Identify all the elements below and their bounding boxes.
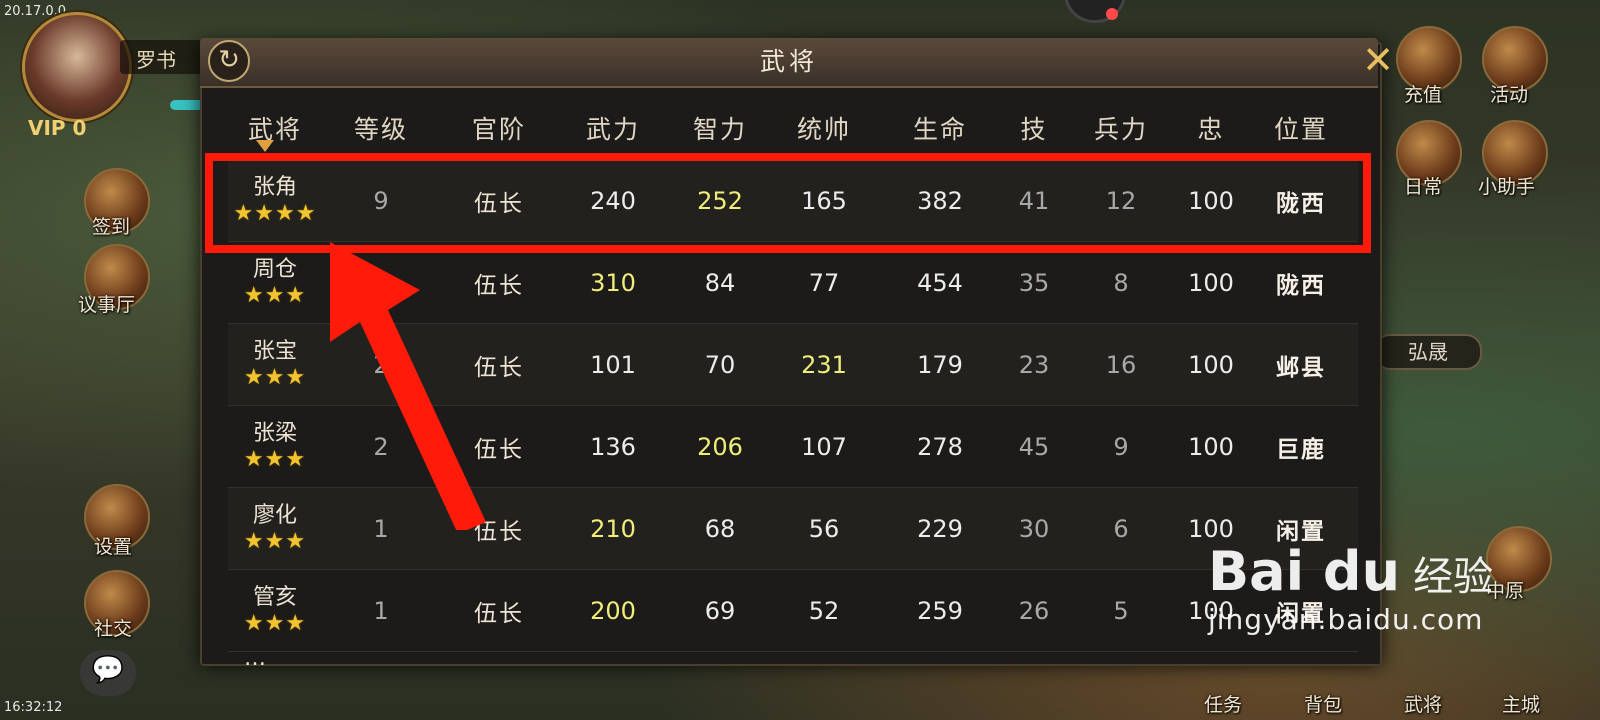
table-header-row: 武将 等级 官阶 武力 智力 统帅 生命技兵力忠位置 [228, 96, 1358, 160]
force-cell: 210 [558, 487, 668, 570]
clock-label: 16:32:12 [4, 700, 63, 715]
skill-cell: 35 [1004, 241, 1064, 324]
column-header[interactable]: 忠 [1178, 96, 1244, 160]
skill-cell: 30 [1004, 487, 1064, 570]
watermark-logo: Bai du [1208, 540, 1401, 603]
command-cell: 56 [772, 487, 876, 570]
location-cell: 陇西 [1244, 241, 1358, 324]
left-menu-council[interactable]: 议事厅 [78, 290, 135, 317]
map-city-tag[interactable]: 弘晟 [1374, 334, 1482, 370]
troops-cell: 5 [1064, 569, 1178, 652]
column-header[interactable]: 等级 [322, 96, 440, 160]
column-header[interactable]: 位置 [1244, 96, 1358, 160]
right-menu-daily[interactable]: 日常 [1404, 172, 1442, 199]
table-row-partial: … [244, 646, 266, 671]
command-cell: 52 [772, 569, 876, 652]
hp-cell: 179 [876, 323, 1004, 406]
column-header[interactable]: 官阶 [440, 96, 558, 160]
command-cell: 107 [772, 405, 876, 488]
hp-cell: 278 [876, 405, 1004, 488]
command-cell: 77 [772, 241, 876, 324]
left-menu-settings[interactable]: 设置 [94, 532, 132, 559]
skill-cell: 23 [1004, 323, 1064, 406]
troops-cell: 8 [1064, 241, 1178, 324]
refresh-icon[interactable]: ↻ [208, 40, 250, 82]
chat-bubble-icon[interactable]: 💬 [80, 650, 136, 696]
panel-header: 武将 [200, 38, 1378, 88]
hp-cell: 259 [876, 569, 1004, 652]
column-header[interactable]: 武力 [558, 96, 668, 160]
left-menu-checkin[interactable]: 签到 [92, 212, 130, 239]
left-menu-social[interactable]: 社交 [94, 614, 132, 641]
bottom-menu-tasks[interactable]: 任务 [1204, 690, 1242, 717]
general-name-cell[interactable]: 管亥 ★★★ [228, 569, 322, 652]
player-avatar[interactable] [22, 12, 132, 122]
loyalty-cell: 100 [1178, 405, 1244, 488]
skill-cell: 26 [1004, 569, 1064, 652]
intellect-cell: 84 [668, 241, 772, 324]
column-header[interactable]: 兵力 [1064, 96, 1178, 160]
skill-cell: 45 [1004, 405, 1064, 488]
close-icon[interactable]: ✕ [1358, 40, 1398, 80]
force-cell: 136 [558, 405, 668, 488]
column-header[interactable]: 生命 [876, 96, 1004, 160]
force-cell: 101 [558, 323, 668, 406]
force-cell: 310 [558, 241, 668, 324]
bottom-menu-bag[interactable]: 背包 [1304, 690, 1342, 717]
intellect-cell: 206 [668, 405, 772, 488]
watermark-brand: 经验 [1413, 554, 1494, 600]
location-cell: 巨鹿 [1244, 405, 1358, 488]
hp-cell: 454 [876, 241, 1004, 324]
column-header[interactable]: 统帅 [772, 96, 876, 160]
loyalty-cell: 100 [1178, 241, 1244, 324]
star-rating: ★★★ [243, 529, 307, 554]
sort-caret-icon [256, 140, 274, 152]
loyalty-cell: 100 [1178, 323, 1244, 406]
right-menu-activity[interactable]: 活动 [1490, 80, 1528, 107]
right-menu-helper[interactable]: 小助手 [1478, 172, 1535, 199]
bottom-menu-generals[interactable]: 武将 [1404, 690, 1442, 717]
general-name: 管亥 [252, 585, 297, 610]
intellect-cell: 69 [668, 569, 772, 652]
right-menu-recharge[interactable]: 充值 [1404, 80, 1442, 107]
troops-cell: 16 [1064, 323, 1178, 406]
level-cell: 1 [322, 569, 440, 652]
troops-cell: 6 [1064, 487, 1178, 570]
player-name: 罗书 [136, 48, 176, 72]
intellect-cell: 70 [668, 323, 772, 406]
command-cell: 231 [772, 323, 876, 406]
troops-cell: 9 [1064, 405, 1178, 488]
notification-dot-icon [1106, 8, 1118, 20]
hp-cell: 229 [876, 487, 1004, 570]
annotation-arrow-icon [330, 242, 486, 530]
star-rating: ★★★ [243, 611, 307, 636]
vip-badge[interactable]: VIP 0 [28, 116, 86, 140]
location-cell: 邺县 [1244, 323, 1358, 406]
table-row[interactable]: 管亥 ★★★ 1 伍长 200 69 52 259 26 5 100 闲置 [228, 569, 1358, 652]
force-cell: 200 [558, 569, 668, 652]
panel-title: 武将 [759, 47, 818, 76]
bottom-menu-city[interactable]: 主城 [1502, 690, 1540, 717]
column-header[interactable]: 智力 [668, 96, 772, 160]
column-header[interactable]: 技 [1004, 96, 1064, 160]
baidu-watermark: Bai du 经验 jingyan.baidu.com [1208, 540, 1493, 636]
column-header[interactable]: 武将 [228, 96, 322, 160]
rank-cell: 伍长 [440, 569, 558, 652]
intellect-cell: 68 [668, 487, 772, 570]
watermark-url: jingyan.baidu.com [1208, 603, 1484, 636]
